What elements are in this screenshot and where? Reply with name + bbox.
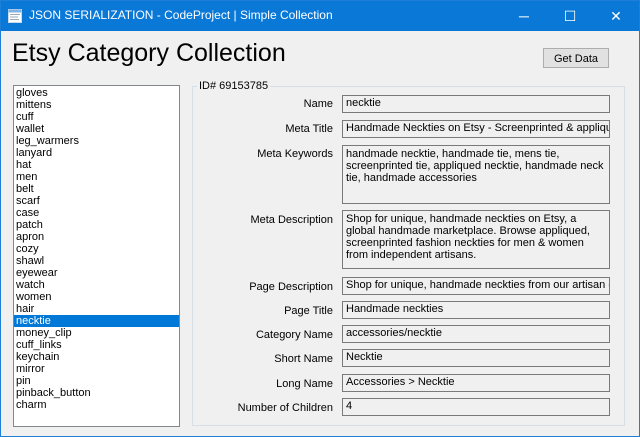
category-name-field[interactable]: accessories/necktie [342, 325, 610, 343]
category-list-item[interactable]: keychain [14, 351, 179, 363]
category-list-item[interactable]: case [14, 207, 179, 219]
title-bar[interactable]: JSON SERIALIZATION - CodeProject | Simpl… [1, 1, 639, 31]
category-list-item[interactable]: cuff [14, 111, 179, 123]
minimize-button[interactable]: ─ [501, 1, 547, 31]
category-list-item[interactable]: eyewear [14, 267, 179, 279]
category-list: gloves mittens cuff wallet leg_warmers lanyar… [14, 86, 179, 411]
category-list-item[interactable]: watch [14, 279, 179, 291]
category-list-item[interactable]: women [14, 291, 179, 303]
short-name-label: Short Name [274, 353, 333, 365]
close-button[interactable]: ✕ [593, 1, 639, 31]
main-window: JSON SERIALIZATION - CodeProject | Simpl… [0, 0, 640, 437]
meta-keywords-label: Meta Keywords [257, 148, 333, 160]
category-list-item[interactable]: apron [14, 231, 179, 243]
page-description-label: Page Description [249, 281, 333, 293]
long-name-field[interactable]: Accessories > Necktie [342, 374, 610, 392]
category-list-item[interactable]: leg_warmers [14, 135, 179, 147]
meta-description-label: Meta Description [250, 214, 333, 226]
category-list-item[interactable]: necktie [14, 315, 179, 327]
category-list-item[interactable]: gloves [14, 87, 179, 99]
category-list-item[interactable]: men [14, 171, 179, 183]
name-label: Name [303, 98, 333, 110]
app-icon [8, 9, 22, 23]
category-list-item[interactable]: mittens [14, 99, 179, 111]
category-list-item[interactable]: lanyard [14, 147, 179, 159]
category-list-item[interactable]: pin [14, 375, 179, 387]
category-list-item[interactable]: scarf [14, 195, 179, 207]
short-name-field[interactable]: Necktie [342, 349, 610, 367]
category-list-item[interactable]: patch [14, 219, 179, 231]
meta-title-label: Meta Title [285, 123, 333, 135]
category-list-item[interactable]: money_clip [14, 327, 179, 339]
meta-title-field[interactable]: Handmade Neckties on Etsy - Screenprinte… [342, 120, 610, 138]
category-list-item[interactable]: cuff_links [14, 339, 179, 351]
page-title-label: Page Title [284, 305, 333, 317]
page-title: Etsy Category Collection [12, 39, 286, 67]
category-list-item[interactable]: mirror [14, 363, 179, 375]
page-description-field[interactable]: Shop for unique, handmade neckties from … [342, 277, 610, 295]
maximize-button[interactable]: ☐ [547, 1, 593, 31]
number-of-children-field[interactable]: 4 [342, 398, 610, 416]
long-name-label: Long Name [276, 378, 333, 390]
meta-keywords-field[interactable]: handmade necktie, handmade tie, mens tie… [342, 145, 610, 204]
category-list-item[interactable]: pinback_button [14, 387, 179, 399]
get-data-button[interactable]: Get Data [543, 48, 609, 68]
category-list-item[interactable]: cozy [14, 243, 179, 255]
groupbox-label: ID# 69153785 [197, 80, 271, 92]
category-list-item[interactable]: hat [14, 159, 179, 171]
category-name-label: Category Name [255, 329, 333, 341]
window-title: JSON SERIALIZATION - CodeProject | Simpl… [29, 8, 333, 22]
category-list-item[interactable]: hair [14, 303, 179, 315]
name-field[interactable]: necktie [342, 95, 610, 113]
category-list-item[interactable]: belt [14, 183, 179, 195]
number-of-children-label: Number of Children [237, 402, 333, 414]
meta-description-field[interactable]: Shop for unique, handmade neckties on Et… [342, 210, 610, 269]
category-list-item[interactable]: wallet [14, 123, 179, 135]
category-list-item[interactable]: shawl [14, 255, 179, 267]
page-title-field[interactable]: Handmade neckties [342, 301, 610, 319]
category-list-item[interactable]: charm [14, 399, 179, 411]
category-listbox[interactable]: gloves mittens cuff wallet leg_warmers lanyar… [13, 85, 180, 427]
